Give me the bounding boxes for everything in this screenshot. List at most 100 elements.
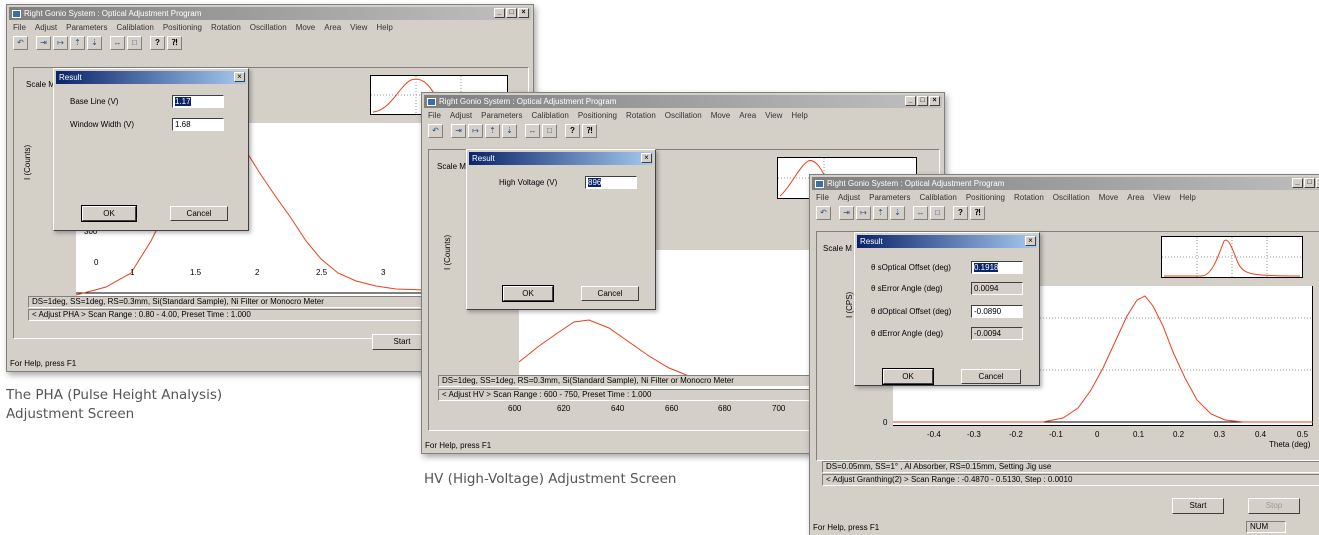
result-dialog: Result × Base Line (V) 1.17 Window Width…	[53, 68, 249, 231]
menu-oscillation[interactable]: Oscillation	[250, 23, 287, 32]
s-error-angle-field: 0.0094	[971, 282, 1023, 295]
menu-caliblation[interactable]: Caliblation	[919, 193, 956, 202]
overview-plot	[1161, 236, 1303, 278]
adjust-up-icon[interactable]: ⇡	[485, 124, 500, 138]
undo-icon[interactable]: ↶	[428, 124, 443, 138]
ok-button[interactable]: OK	[882, 368, 934, 385]
base-line-field[interactable]: 1.17	[172, 95, 224, 108]
menu-parameters[interactable]: Parameters	[66, 23, 107, 32]
menu-help[interactable]: Help	[1179, 193, 1195, 202]
maximize-button[interactable]: □	[917, 96, 928, 106]
help-icon[interactable]: ?	[953, 206, 968, 220]
menu-adjust[interactable]: Adjust	[450, 111, 472, 120]
help-icon[interactable]: ?	[150, 36, 165, 50]
area-icon[interactable]: □	[542, 124, 557, 138]
menu-view[interactable]: View	[765, 111, 782, 120]
adjust-down-icon[interactable]: ⇣	[502, 124, 517, 138]
stop-button[interactable]: Stop	[1248, 498, 1300, 514]
menu-file[interactable]: File	[816, 193, 829, 202]
menu-rotation[interactable]: Rotation	[211, 23, 241, 32]
adjust-up-icon[interactable]: ⇡	[70, 36, 85, 50]
close-icon[interactable]: ×	[641, 153, 652, 163]
menu-rotation[interactable]: Rotation	[626, 111, 656, 120]
arrows-icon[interactable]: ↔	[110, 36, 125, 50]
x-tick: 700	[772, 404, 786, 413]
window-width-field[interactable]: 1.68	[172, 118, 224, 131]
menu-file[interactable]: File	[13, 23, 26, 32]
menu-adjust[interactable]: Adjust	[838, 193, 860, 202]
toolbar: ↶ ⇥ ↦ ⇡ ⇣ ↔ □ ? ⁈	[816, 205, 985, 221]
x-tick: 600	[508, 404, 522, 413]
area-icon[interactable]: □	[127, 36, 142, 50]
menu-area[interactable]: Area	[1127, 193, 1144, 202]
title-bar[interactable]: Right Gonio System : Optical Adjustment …	[812, 177, 1319, 190]
menu-file[interactable]: File	[428, 111, 441, 120]
menu-positioning[interactable]: Positioning	[163, 23, 202, 32]
menu-parameters[interactable]: Parameters	[869, 193, 910, 202]
caption-line: HV (High-Voltage) Adjustment Screen	[424, 471, 677, 487]
ok-button[interactable]: OK	[81, 205, 137, 222]
title-bar[interactable]: Right Gonio System : Optical Adjustment …	[424, 95, 942, 108]
ok-button[interactable]: OK	[502, 285, 554, 302]
minimize-button[interactable]: _	[1292, 178, 1303, 188]
close-button[interactable]: ×	[518, 8, 529, 18]
title-bar[interactable]: Right Gonio System : Optical Adjustment …	[9, 7, 531, 20]
menu-caliblation[interactable]: Caliblation	[531, 111, 568, 120]
cancel-button[interactable]: Cancel	[170, 206, 228, 221]
close-icon[interactable]: ×	[1025, 236, 1036, 246]
d-optical-offset-field[interactable]: -0.0890	[971, 305, 1023, 318]
maximize-button[interactable]: □	[1304, 178, 1315, 188]
arrows-icon[interactable]: ↔	[525, 124, 540, 138]
help-icon[interactable]: ?	[565, 124, 580, 138]
move-right-icon[interactable]: ↦	[856, 206, 871, 220]
close-button[interactable]: ×	[929, 96, 940, 106]
menu-area[interactable]: Area	[739, 111, 756, 120]
start-button[interactable]: Start	[1172, 498, 1224, 514]
menu-bar: File Adjust Parameters Caliblation Posit…	[426, 109, 940, 121]
maximize-button[interactable]: □	[506, 8, 517, 18]
close-icon[interactable]: ×	[234, 72, 245, 82]
menu-rotation[interactable]: Rotation	[1014, 193, 1044, 202]
menu-help[interactable]: Help	[376, 23, 392, 32]
menu-move[interactable]: Move	[711, 111, 731, 120]
scale-label: Scale M	[437, 162, 466, 171]
move-left-icon[interactable]: ⇥	[839, 206, 854, 220]
undo-icon[interactable]: ↶	[816, 206, 831, 220]
adjust-up-icon[interactable]: ⇡	[873, 206, 888, 220]
move-left-icon[interactable]: ⇥	[451, 124, 466, 138]
high-voltage-field[interactable]: 896	[585, 176, 637, 189]
x-tick: 3	[381, 268, 386, 277]
arrows-icon[interactable]: ↔	[913, 206, 928, 220]
move-right-icon[interactable]: ↦	[468, 124, 483, 138]
adjust-down-icon[interactable]: ⇣	[87, 36, 102, 50]
menu-help[interactable]: Help	[791, 111, 807, 120]
undo-icon[interactable]: ↶	[13, 36, 28, 50]
menu-positioning[interactable]: Positioning	[578, 111, 617, 120]
context-help-icon[interactable]: ⁈	[582, 124, 597, 138]
d-error-angle-field: -0.0094	[971, 327, 1023, 340]
pha-caption: The PHA (Pulse Height Analysis) Adjustme…	[6, 386, 222, 424]
move-left-icon[interactable]: ⇥	[36, 36, 51, 50]
menu-adjust[interactable]: Adjust	[35, 23, 57, 32]
minimize-button[interactable]: _	[494, 8, 505, 18]
s-optical-offset-field[interactable]: 0.1918	[971, 261, 1023, 274]
adjust-down-icon[interactable]: ⇣	[890, 206, 905, 220]
menu-area[interactable]: Area	[324, 23, 341, 32]
minimize-button[interactable]: _	[905, 96, 916, 106]
area-icon[interactable]: □	[930, 206, 945, 220]
context-help-icon[interactable]: ⁈	[970, 206, 985, 220]
menu-move[interactable]: Move	[296, 23, 316, 32]
menu-view[interactable]: View	[1153, 193, 1170, 202]
menu-oscillation[interactable]: Oscillation	[1053, 193, 1090, 202]
field-label: θ dError Angle (deg)	[871, 329, 944, 338]
menu-parameters[interactable]: Parameters	[481, 111, 522, 120]
menu-caliblation[interactable]: Caliblation	[116, 23, 153, 32]
cancel-button[interactable]: Cancel	[581, 286, 639, 301]
menu-positioning[interactable]: Positioning	[966, 193, 1005, 202]
menu-view[interactable]: View	[350, 23, 367, 32]
context-help-icon[interactable]: ⁈	[167, 36, 182, 50]
move-right-icon[interactable]: ↦	[53, 36, 68, 50]
cancel-button[interactable]: Cancel	[961, 369, 1021, 384]
menu-move[interactable]: Move	[1099, 193, 1119, 202]
menu-oscillation[interactable]: Oscillation	[665, 111, 702, 120]
